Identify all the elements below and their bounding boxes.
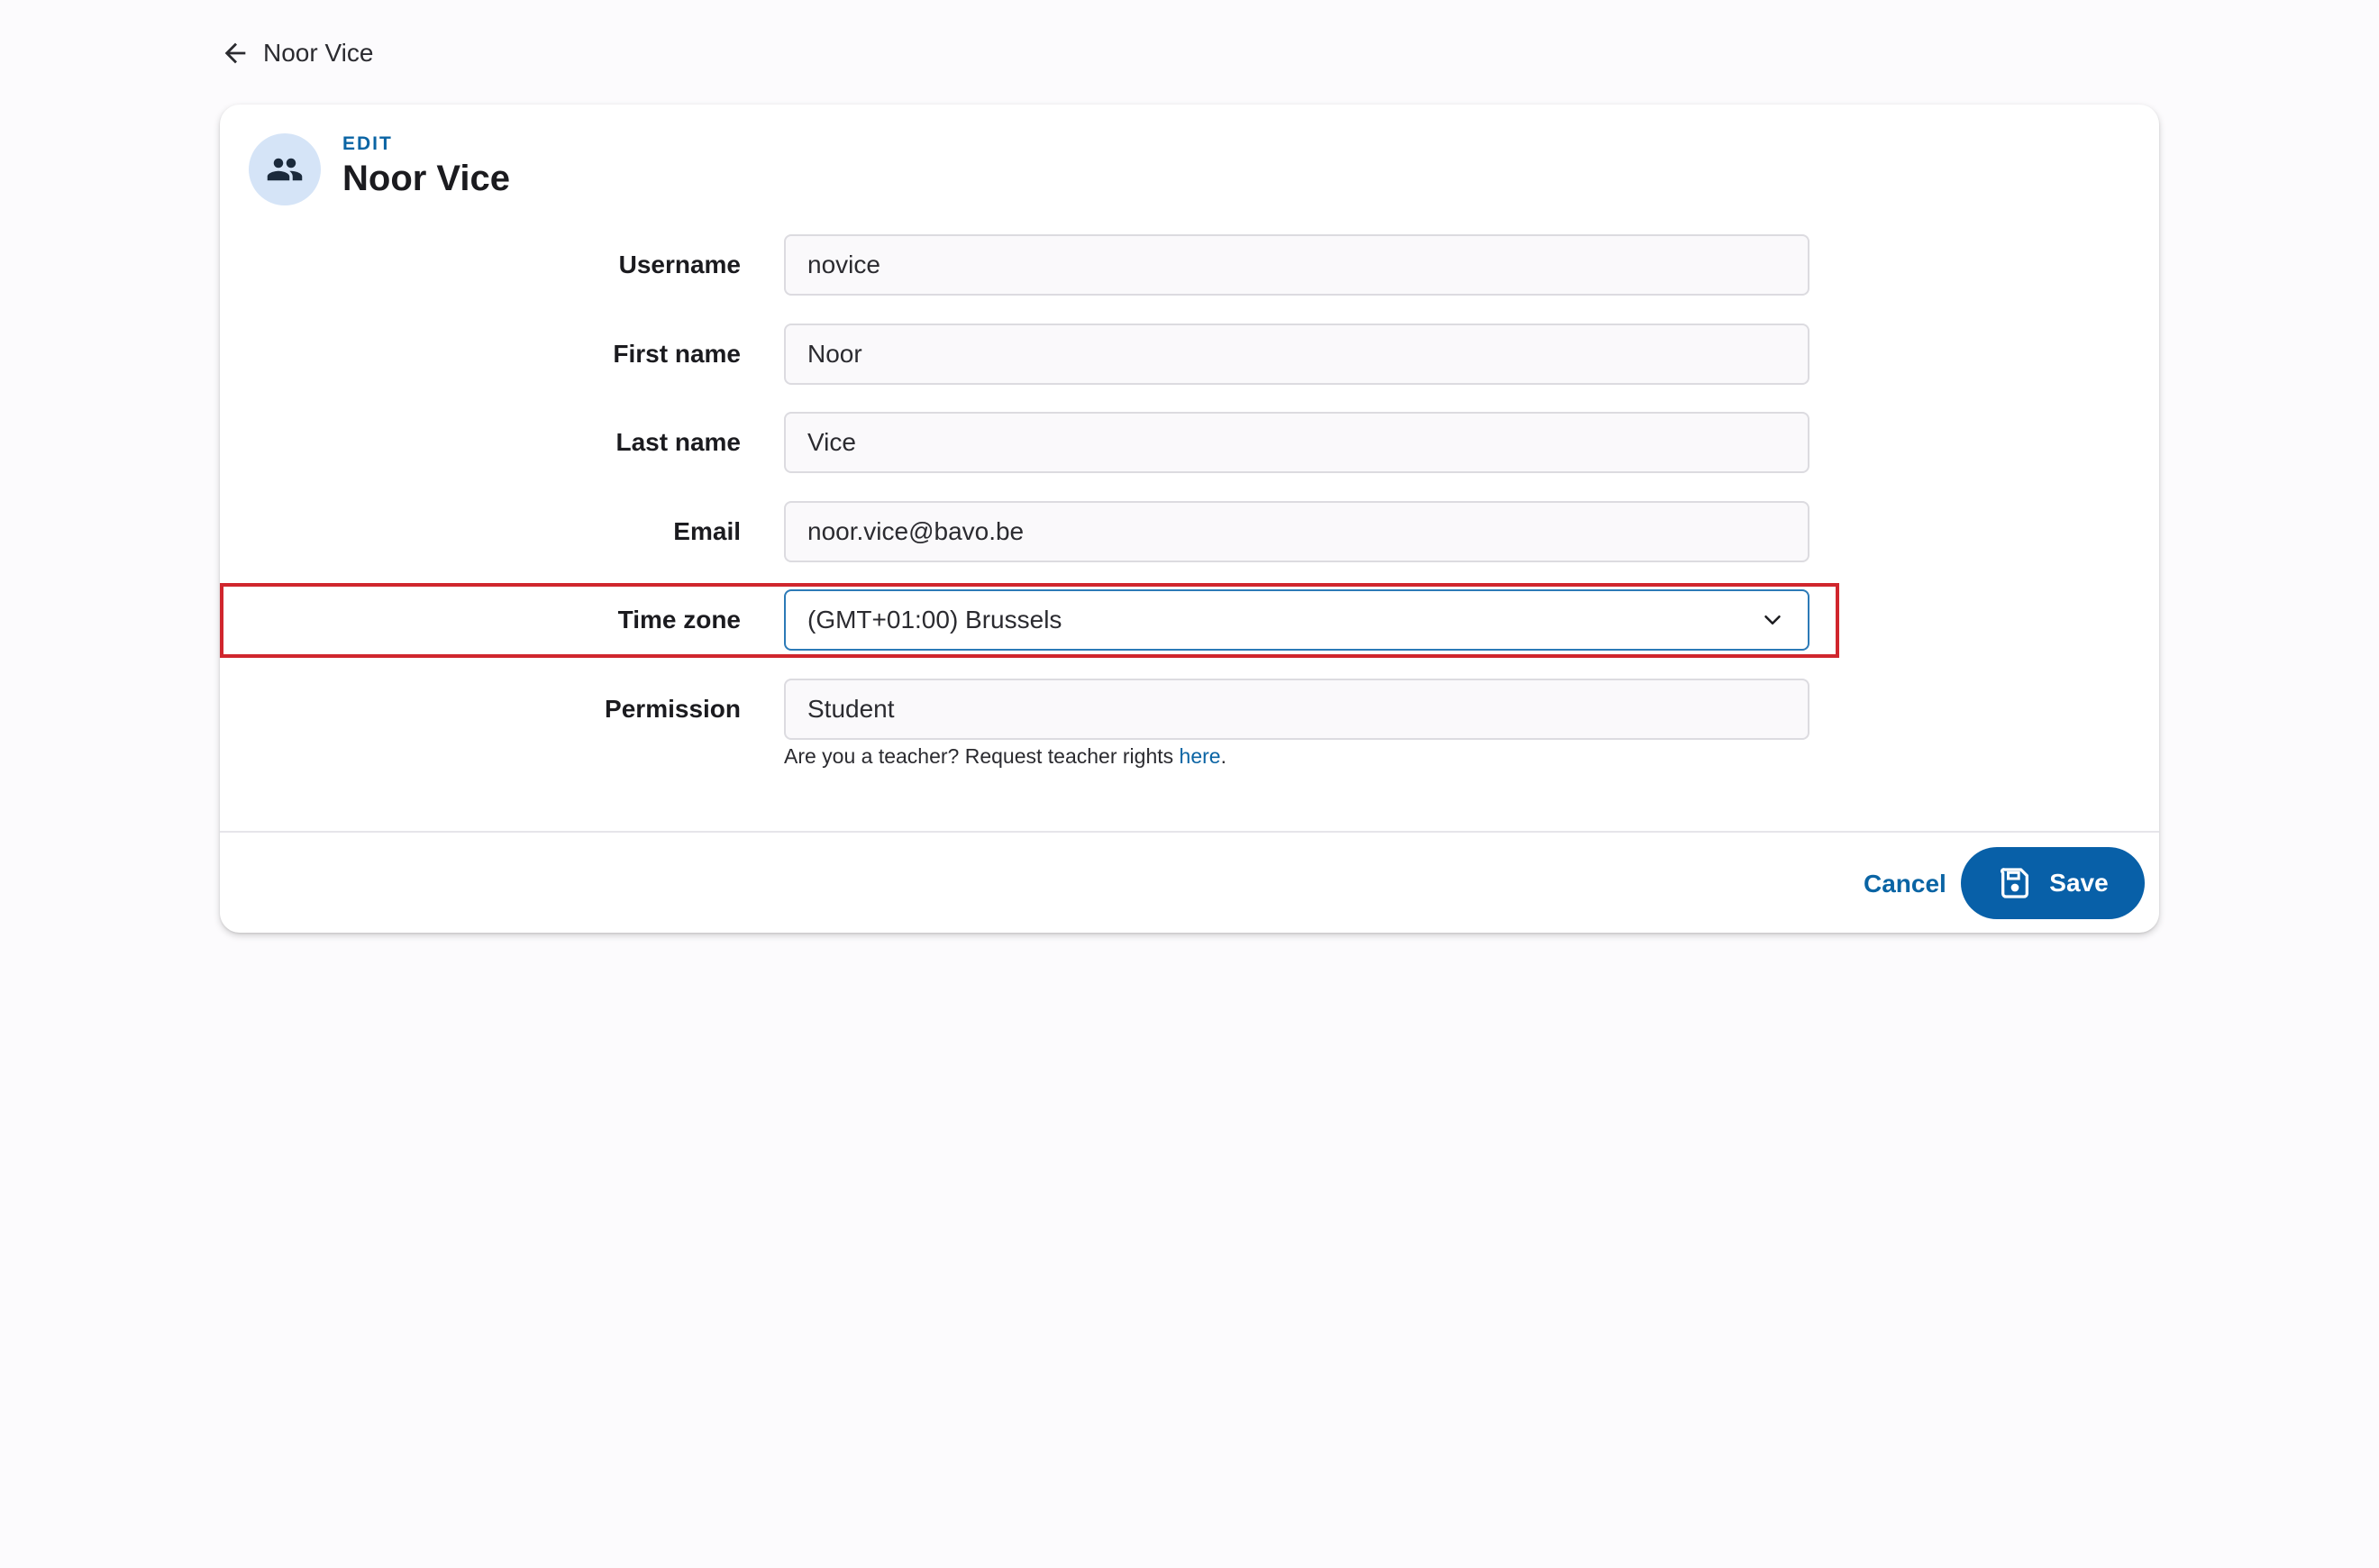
first-name-label: First name [613, 340, 741, 368]
teacher-rights-hint: Are you a teacher? Request teacher right… [784, 744, 1226, 769]
cancel-button[interactable]: Cancel [1842, 849, 1968, 919]
back-link-label: Noor Vice [263, 39, 374, 67]
permission-field: Student [784, 679, 1809, 740]
edit-user-card: EDIT Noor Vice Username novice First nam… [220, 105, 2159, 933]
email-row: Email noor.vice@bavo.be [220, 501, 1842, 562]
last-name-row: Last name Vice [220, 412, 1842, 473]
username-label: Username [618, 251, 741, 278]
email-field[interactable]: noor.vice@bavo.be [784, 501, 1809, 562]
last-name-label: Last name [615, 428, 742, 456]
hint-end: . [1220, 744, 1226, 768]
time-zone-label: Time zone [617, 606, 741, 634]
hint-text: Are you a teacher? Request teacher right… [784, 744, 1180, 768]
email-label: Email [673, 517, 741, 545]
first-name-field[interactable]: Noor [784, 324, 1809, 385]
save-button-label: Save [2049, 869, 2109, 897]
username-row: Username novice [220, 234, 1842, 296]
back-link[interactable]: Noor Vice [220, 38, 373, 68]
permission-row: Permission Student [220, 679, 1842, 740]
edit-eyebrow: EDIT [342, 133, 393, 154]
time-zone-select[interactable]: (GMT+01:00) Brussels [784, 589, 1809, 651]
page-title: Noor Vice [342, 159, 510, 198]
footer-divider [220, 831, 2159, 833]
first-name-row: First name Noor [220, 324, 1842, 385]
time-zone-value: (GMT+01:00) Brussels [807, 606, 1062, 634]
avatar [249, 133, 321, 205]
arrow-left-icon [224, 42, 246, 64]
chevron-down-icon [1764, 615, 1781, 624]
floppy-disk-icon [2001, 868, 2029, 898]
save-button[interactable]: Save [1961, 847, 2145, 919]
last-name-field[interactable]: Vice [784, 412, 1809, 473]
permission-label: Permission [605, 695, 741, 723]
people-icon [267, 158, 303, 181]
request-teacher-rights-link[interactable]: here [1180, 744, 1221, 768]
username-field[interactable]: novice [784, 234, 1809, 296]
time-zone-row: Time zone (GMT+01:00) Brussels [220, 589, 1842, 651]
